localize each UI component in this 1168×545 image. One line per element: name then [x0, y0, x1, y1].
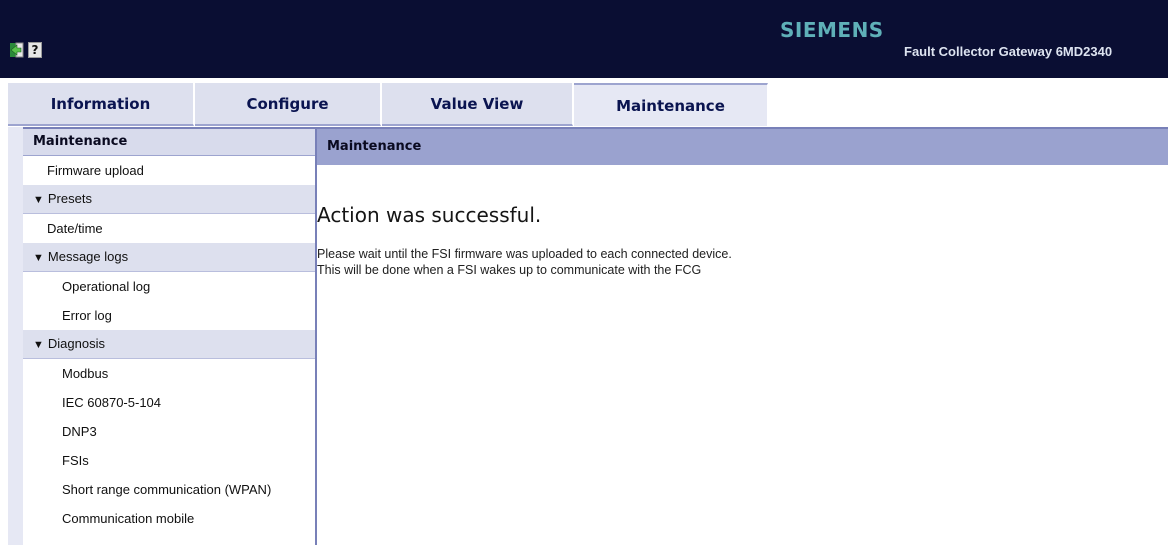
sidebar-item-modbus[interactable]: Modbus [23, 359, 315, 388]
triangle-down-icon: ▼ [33, 252, 44, 264]
message-area: Action was successful. Please wait until… [317, 127, 1168, 545]
sidebar-title: Maintenance [23, 127, 315, 156]
sidebar-item-operational-log[interactable]: Operational log [23, 272, 315, 301]
message-line-1: Please wait until the FSI firmware was u… [317, 247, 732, 261]
tab-value-view[interactable]: Value View [382, 83, 573, 126]
tab-maintenance[interactable]: Maintenance [574, 83, 768, 126]
sidebar-item-iec-60870-5-104[interactable]: IEC 60870-5-104 [23, 388, 315, 417]
message-line-2: This will be done when a FSI wakes up to… [317, 263, 702, 277]
sidebar-item-firmware-upload[interactable]: Firmware upload [23, 156, 315, 185]
main-tabs: Information Configure Value View Mainten… [8, 83, 1168, 126]
sidebar-group-label: Diagnosis [47, 336, 105, 351]
sidebar-group-message-logs[interactable]: ▼ Message logs [23, 243, 315, 272]
sidebar-group-presets[interactable]: ▼ Presets [23, 185, 315, 214]
sidebar-item-wpan[interactable]: Short range communication (WPAN) [23, 475, 315, 504]
exit-icon[interactable] [10, 42, 24, 58]
tab-information[interactable]: Information [8, 83, 194, 126]
sidebar-item-error-log[interactable]: Error log [23, 301, 315, 330]
sidebar-group-label: Message logs [47, 249, 129, 264]
tab-configure[interactable]: Configure [195, 83, 381, 126]
sidebar-item-fsis[interactable]: FSIs [23, 446, 315, 475]
sidebar-item-communication-mobile[interactable]: Communication mobile [23, 504, 315, 533]
main-panel: Maintenance Action was successful. Pleas… [317, 127, 1168, 545]
sidebar-nav: Maintenance Firmware upload ▼ Presets Dat… [23, 127, 317, 545]
left-gutter [8, 127, 23, 545]
sidebar-item-dnp3[interactable]: DNP3 [23, 417, 315, 446]
triangle-down-icon: ▼ [33, 194, 44, 206]
sidebar-item-date-time[interactable]: Date/time [23, 214, 315, 243]
brand-logo: SIEMENS [780, 18, 884, 42]
product-name: Fault Collector Gateway 6MD2340 [904, 44, 1113, 59]
app-header: ? SIEMENS Fault Collector Gateway 6MD234… [0, 0, 1168, 78]
help-icon[interactable]: ? [28, 42, 42, 58]
triangle-down-icon: ▼ [33, 339, 44, 351]
sidebar-group-label: Presets [47, 191, 92, 206]
sidebar-group-diagnosis[interactable]: ▼ Diagnosis [23, 330, 315, 359]
status-title: Action was successful. [317, 203, 542, 227]
